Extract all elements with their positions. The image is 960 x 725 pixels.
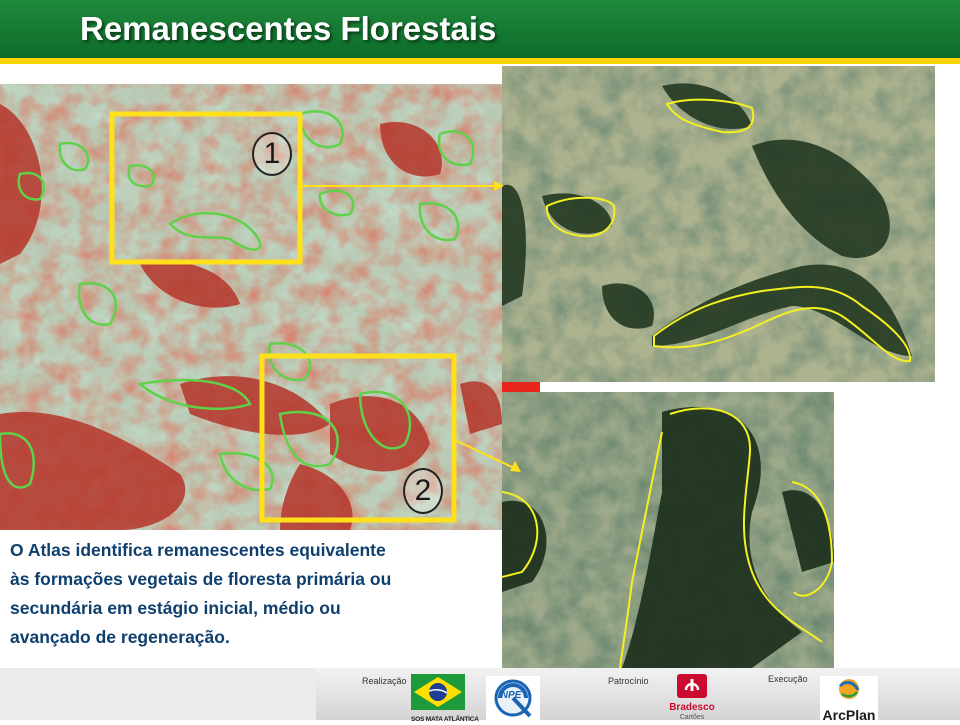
caption-line: às formações vegetais de floresta primár… [10,569,392,589]
caption-line: O Atlas identifica remanescentes equival… [10,540,386,560]
inpe-logo-text: INPE [498,690,522,701]
arcplan-logo: ArcPlan [820,676,878,723]
realizacao-label: Realização [362,676,407,686]
arcplan-logo-text: ArcPlan [822,707,876,723]
sos-mata-atlantica-logo: SOS MATA ATLÂNTICA [411,674,479,723]
inpe-logo: INPE [486,676,540,720]
patrocinio-label: Patrocínio [608,676,649,686]
bradesco-logo-subtext: Cartões [679,714,705,721]
caption-line: avançado de regeneração. [10,627,230,647]
execucao-label: Execução [768,674,808,684]
caption-line: secundária em estágio inicial, médio ou [10,598,341,618]
footer-left-panel [0,668,316,720]
bradesco-cartoes-logo: Bradesco Cartões [669,674,715,721]
footer-bar: Realização Patrocínio Execução SOS MATA … [0,668,960,723]
bradesco-logo-text: Bradesco [669,702,715,713]
caption-text: O Atlas identifica remanescentes equival… [10,536,500,652]
